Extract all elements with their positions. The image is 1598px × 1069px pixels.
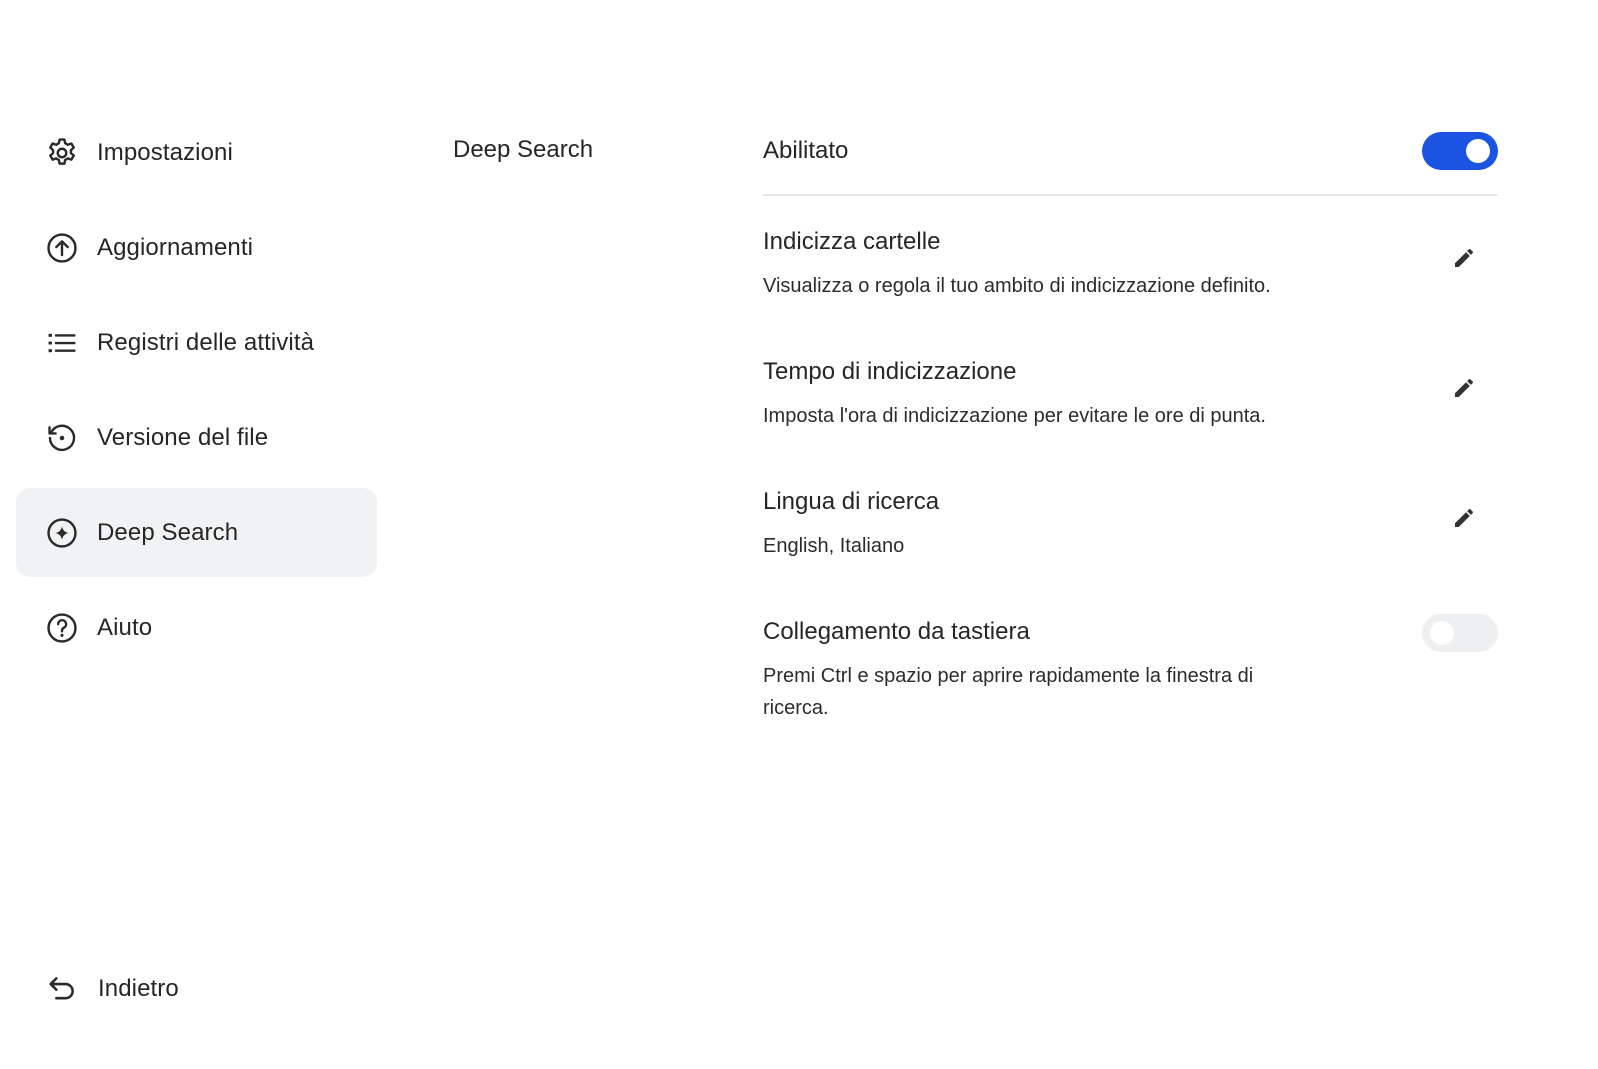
index-time-title: Tempo di indicizzazione — [763, 358, 1017, 385]
enabled-row: Abilitato — [763, 108, 1498, 196]
keyboard-shortcut-description: Premi Ctrl e spazio per aprire rapidamen… — [763, 665, 1254, 719]
search-language-text: Lingua di ricerca English, Italiano — [763, 488, 1446, 562]
help-circle-icon — [45, 611, 79, 645]
sidebar-item-label: Registri delle attività — [97, 328, 315, 356]
keyboard-shortcut-toggle[interactable] — [1422, 614, 1498, 652]
sidebar-item-versione[interactable]: Versione del file — [16, 393, 377, 482]
sidebar-item-label: Versione del file — [97, 423, 269, 451]
toggle-knob — [1430, 621, 1454, 645]
index-time-setting: Tempo di indicizzazione Imposta l'ora di… — [763, 358, 1498, 432]
edit-search-language-button[interactable] — [1446, 500, 1482, 536]
index-folders-title: Indicizza cartelle — [763, 228, 941, 255]
sidebar-item-label: Deep Search — [97, 518, 239, 546]
enabled-label: Abilitato — [763, 137, 849, 164]
index-folders-description: Visualizza o regola il tuo ambito di ind… — [763, 275, 1271, 297]
back-label: Indietro — [98, 975, 179, 1002]
keyboard-shortcut-text: Collegamento da tastiera Premi Ctrl e sp… — [763, 618, 1422, 724]
keyboard-shortcut-setting: Collegamento da tastiera Premi Ctrl e sp… — [763, 614, 1498, 724]
history-icon — [45, 421, 79, 455]
sidebar-item-label: Impostazioni — [97, 138, 233, 166]
search-language-value: English, Italiano — [763, 535, 905, 557]
index-folders-text: Indicizza cartelle Visualizza o regola i… — [763, 228, 1446, 302]
pencil-icon — [1455, 378, 1474, 397]
settings-page: Impostazioni Aggiornamenti Registri dell… — [0, 0, 1598, 1069]
back-button[interactable]: Indietro — [45, 972, 179, 1006]
pencil-icon — [1455, 248, 1474, 267]
sidebar-item-aggiornamenti[interactable]: Aggiornamenti — [16, 203, 377, 292]
index-folders-setting: Indicizza cartelle Visualizza o regola i… — [763, 228, 1498, 302]
sidebar-item-aiuto[interactable]: Aiuto — [16, 583, 377, 672]
sidebar: Impostazioni Aggiornamenti Registri dell… — [16, 108, 377, 678]
keyboard-shortcut-title: Collegamento da tastiera — [763, 618, 1030, 645]
sidebar-item-impostazioni[interactable]: Impostazioni — [16, 108, 377, 197]
sidebar-item-label: Aggiornamenti — [97, 233, 254, 261]
index-time-text: Tempo di indicizzazione Imposta l'ora di… — [763, 358, 1446, 432]
back-arrow-icon — [45, 972, 79, 1006]
sidebar-item-registri[interactable]: Registri delle attività — [16, 298, 377, 387]
search-language-setting: Lingua di ricerca English, Italiano — [763, 488, 1498, 562]
toggle-knob — [1466, 139, 1490, 163]
pencil-icon — [1455, 508, 1474, 527]
search-language-title: Lingua di ricerca — [763, 488, 940, 515]
gear-icon — [45, 136, 79, 170]
edit-index-folders-button[interactable] — [1446, 240, 1482, 276]
enabled-toggle[interactable] — [1422, 132, 1498, 170]
page-title: Deep Search — [453, 136, 594, 163]
edit-index-time-button[interactable] — [1446, 370, 1482, 406]
upload-circle-icon — [45, 231, 79, 265]
list-icon — [45, 326, 79, 360]
settings-panel: Abilitato Indicizza cartelle Visualizza … — [763, 108, 1498, 724]
sidebar-item-label: Aiuto — [97, 613, 153, 641]
sparkle-circle-icon — [45, 516, 79, 550]
sidebar-item-deep-search[interactable]: Deep Search — [16, 488, 377, 577]
index-time-description: Imposta l'ora di indicizzazione per evit… — [763, 405, 1266, 427]
